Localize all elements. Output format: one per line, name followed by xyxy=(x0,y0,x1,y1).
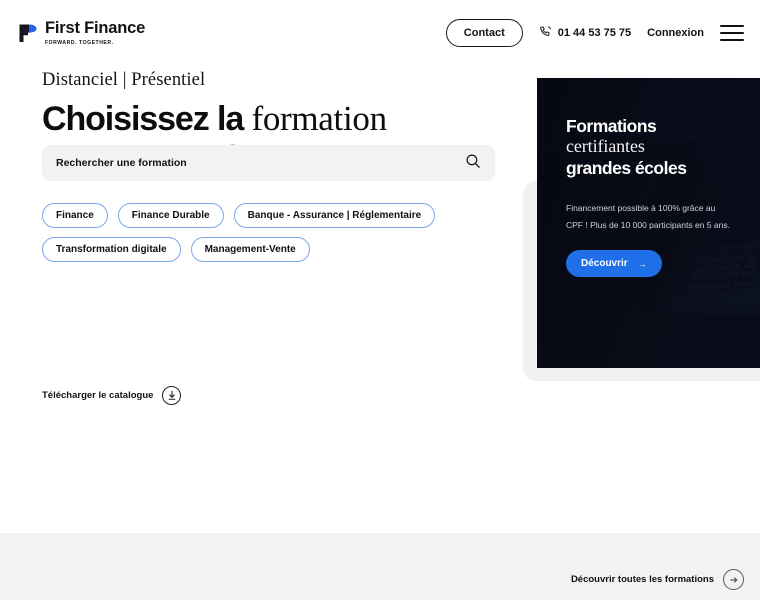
promo-cta-button[interactable]: Découvrir → xyxy=(566,250,662,278)
download-catalog-label: Télécharger le catalogue xyxy=(42,390,154,401)
hero-eyebrow: Distanciel | Présentiel xyxy=(42,70,206,90)
hamburger-menu-icon[interactable] xyxy=(720,25,744,41)
site-header: First Finance FORWARD. TOGETHER. Contact… xyxy=(0,0,760,66)
phone-link[interactable]: 01 44 53 75 75 xyxy=(539,25,631,41)
headline-serif: formation xyxy=(251,99,387,138)
arrow-right-circle-icon[interactable] xyxy=(723,569,744,590)
headline-bold-1: Choisissez la xyxy=(42,100,252,138)
search-placeholder: Rechercher une formation xyxy=(56,157,187,169)
discover-all-courses-label: Découvrir toutes les formations xyxy=(570,574,714,585)
flag-mark-icon xyxy=(18,22,38,44)
search-input[interactable]: Rechercher une formation xyxy=(42,145,495,181)
discover-all-courses-link[interactable]: Découvrir toutes les formations xyxy=(571,569,744,590)
phone-number: 01 44 53 75 75 xyxy=(557,27,632,39)
contact-button[interactable]: Contact xyxy=(445,19,523,47)
download-icon[interactable] xyxy=(162,386,182,405)
logo-name: First Finance xyxy=(45,19,146,38)
filter-tag-banque-assurance[interactable]: Banque - Assurance | Réglementaire xyxy=(233,203,436,228)
search-icon[interactable] xyxy=(465,153,481,174)
login-link[interactable]: Connexion xyxy=(647,27,704,39)
filter-tag-transformation-digitale[interactable]: Transformation digitale xyxy=(42,237,181,262)
header-nav: Contact 01 44 53 75 75 Connexion xyxy=(445,19,744,47)
promo-body-text: Financement possible à 100% grâce au CPF… xyxy=(566,202,730,230)
phone-icon xyxy=(539,25,552,41)
promo-cta-label: Découvrir xyxy=(581,258,628,270)
logo-text: First Finance FORWARD. TOGETHER. xyxy=(45,19,146,46)
burger-bar-1 xyxy=(720,25,744,27)
logo-tagline: FORWARD. TOGETHER. xyxy=(45,39,114,46)
filter-tag-finance[interactable]: Finance xyxy=(42,203,108,228)
filter-tag-finance-durable[interactable]: Finance Durable xyxy=(117,203,224,228)
logo[interactable]: First Finance FORWARD. TOGETHER. xyxy=(18,19,146,46)
download-catalog-link[interactable]: Télécharger le catalogue xyxy=(42,386,182,405)
arrow-right-icon: → xyxy=(637,258,647,269)
burger-bar-2 xyxy=(720,32,744,34)
page-root: First Finance FORWARD. TOGETHER. Contact… xyxy=(0,0,760,600)
burger-bar-3 xyxy=(720,39,744,41)
filter-tag-management-vente[interactable]: Management-Vente xyxy=(190,237,310,262)
filter-tags: Finance Finance Durable Banque - Assuran… xyxy=(42,203,512,262)
